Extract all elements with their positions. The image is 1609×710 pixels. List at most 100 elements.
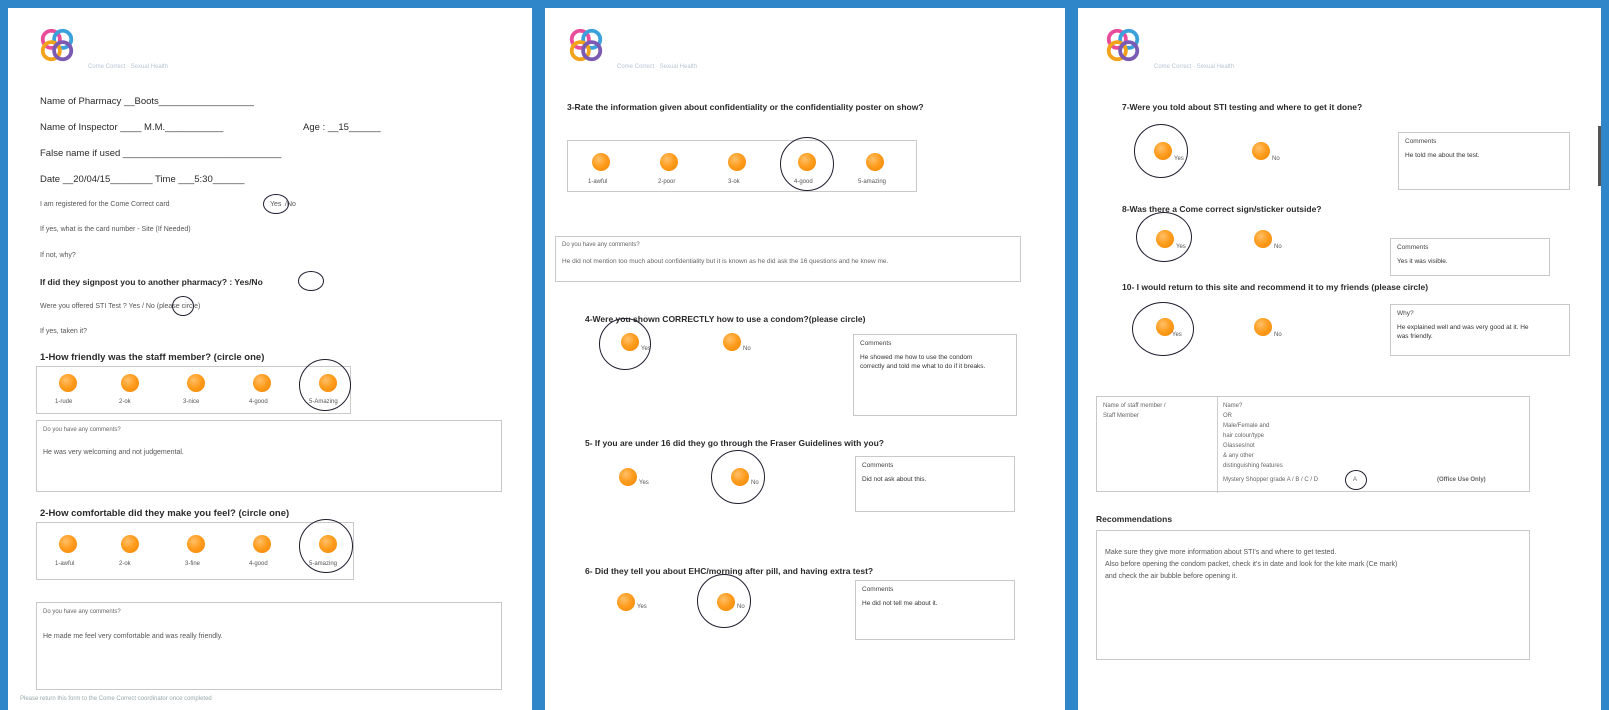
q6-yes-label: Yes bbox=[637, 604, 647, 610]
q6-selected-circle bbox=[697, 574, 751, 628]
recommendation-line-3: and check the air bubble before opening … bbox=[1105, 573, 1238, 580]
q4-no-label: No bbox=[743, 346, 751, 352]
q2-comment-box: Do you have any comments? He made me fee… bbox=[36, 602, 502, 690]
q2-option-1-label: 1-awful bbox=[55, 561, 75, 567]
q9-comment-box: Why? He explained well and was very good… bbox=[1390, 304, 1570, 356]
signpost-circle bbox=[298, 271, 324, 291]
q8-title: 8-Was there a Come correct sign/sticker … bbox=[1122, 204, 1322, 214]
q2-option-2-dot[interactable] bbox=[121, 535, 139, 553]
q3-option-2-dot[interactable] bbox=[660, 153, 678, 171]
q2-option-1-dot[interactable] bbox=[59, 535, 77, 553]
q1-options-box: 1-rude 2-ok 3-nice 4-good 5-Amazing bbox=[36, 359, 351, 414]
come-correct-logo bbox=[1104, 26, 1142, 64]
q1-comment-header: Do you have any comments? bbox=[43, 427, 121, 433]
recommendations-title: Recommendations bbox=[1096, 514, 1173, 524]
staff-member-label: Staff Member bbox=[1103, 413, 1139, 419]
q9-selected-circle bbox=[1132, 302, 1194, 356]
q3-option-1-label: 1-awful bbox=[588, 179, 608, 185]
q4-selected-circle bbox=[599, 318, 651, 370]
q7-comment-header: Comments bbox=[1405, 138, 1437, 145]
q6-yes-dot[interactable] bbox=[617, 593, 635, 611]
q3-option-3-dot[interactable] bbox=[728, 153, 746, 171]
q6-comment-text: He did not tell me about it. bbox=[862, 600, 938, 607]
q3-option-5-dot[interactable] bbox=[866, 153, 884, 171]
q2-selected-circle bbox=[299, 519, 353, 573]
q1-option-2-dot[interactable] bbox=[121, 374, 139, 392]
q5-comment-box: Comments Did not ask about this. bbox=[855, 456, 1015, 512]
q7-no-dot[interactable] bbox=[1252, 142, 1270, 160]
q8-no-dot[interactable] bbox=[1254, 230, 1272, 248]
q7-comment-box: Comments He told me about the test. bbox=[1398, 132, 1570, 190]
registered-circle bbox=[263, 194, 289, 214]
q1-title: 1-How friendly was the staff member? (ci… bbox=[40, 352, 265, 363]
q1-option-3-dot[interactable] bbox=[187, 374, 205, 392]
staff-details-box: Name of staff member / Staff Member Name… bbox=[1096, 396, 1530, 493]
q3-comment-header: Do you have any comments? bbox=[562, 242, 640, 248]
q1-option-3-label: 3-nice bbox=[183, 399, 200, 405]
form-page-2: Come Correct · Sexual Health 3-Rate the … bbox=[545, 8, 1065, 710]
q4-comment-box: Comments He showed me how to use the con… bbox=[853, 334, 1017, 416]
q8-comment-text: Yes it was visible. bbox=[1397, 258, 1448, 265]
come-correct-logo bbox=[567, 26, 605, 64]
q3-title: 3-Rate the information given about confi… bbox=[567, 102, 924, 112]
recommendations-box: Make sure they give more information abo… bbox=[1096, 530, 1530, 660]
q6-comment-box: Comments He did not tell me about it. bbox=[855, 580, 1015, 640]
page3-edge-mark bbox=[1598, 126, 1601, 186]
q1-selected-circle bbox=[299, 359, 351, 411]
q3-comment-box: Do you have any comments? He did not men… bbox=[555, 236, 1021, 282]
q3-option-3-label: 3-ok bbox=[728, 179, 740, 185]
recommendation-line-2: Also before opening the condom packet, c… bbox=[1105, 561, 1398, 568]
false-name-field: False name if used _____________________… bbox=[40, 148, 282, 159]
staff-desc-1: Name? bbox=[1223, 403, 1243, 409]
q3-selected-circle bbox=[780, 137, 834, 191]
sti-circle bbox=[172, 296, 194, 316]
q5-comment-header: Comments bbox=[862, 462, 894, 469]
q2-option-2-label: 2-ok bbox=[119, 561, 131, 567]
if-not-field: If not, why? bbox=[40, 252, 76, 259]
q1-option-4-label: 4-good bbox=[249, 399, 268, 405]
q8-comment-box: Comments Yes it was visible. bbox=[1390, 238, 1550, 276]
q2-option-3-dot[interactable] bbox=[187, 535, 205, 553]
q7-selected-circle bbox=[1134, 124, 1188, 178]
q1-option-4-dot[interactable] bbox=[253, 374, 271, 392]
signpost-field: If did they signpost you to another phar… bbox=[40, 277, 263, 287]
pharmacy-field: Name of Pharmacy __Boots________________… bbox=[40, 96, 254, 107]
q9-title: 10- I would return to this site and reco… bbox=[1122, 282, 1429, 292]
q9-comment-header: Why? bbox=[1397, 310, 1414, 317]
staff-desc-5: Glasses/not bbox=[1223, 443, 1255, 449]
q1-option-1-dot[interactable] bbox=[59, 374, 77, 392]
registered-field: I am registered for the Come Correct car… bbox=[40, 201, 170, 208]
q4-no-dot[interactable] bbox=[723, 333, 741, 351]
q5-yes-dot[interactable] bbox=[619, 468, 637, 486]
staff-desc-2: OR bbox=[1223, 413, 1232, 419]
q8-no-label: No bbox=[1274, 244, 1282, 250]
logo-tagline: Come Correct · Sexual Health bbox=[88, 64, 169, 70]
q3-comment-text: He did not mention too much about confid… bbox=[562, 258, 889, 265]
q8-comment-header: Comments bbox=[1397, 244, 1429, 251]
q7-comment-text: He told me about the test. bbox=[1405, 152, 1480, 159]
q1-option-1-label: 1-rude bbox=[55, 399, 73, 405]
inspector-field: Name of Inspector ____ M.M.___________ bbox=[40, 122, 224, 133]
q6-comment-header: Comments bbox=[862, 586, 894, 593]
q2-title: 2-How comfortable did they make you feel… bbox=[40, 508, 290, 519]
q7-title: 7-Were you told about STI testing and wh… bbox=[1122, 102, 1363, 112]
date-time-field: Date __20/04/15________ Time ___5:30____… bbox=[40, 174, 245, 185]
q5-comment-text: Did not ask about this. bbox=[862, 476, 927, 483]
grade-circle bbox=[1345, 470, 1367, 490]
page1-footer: Please return this form to the Come Corr… bbox=[20, 696, 212, 702]
q2-option-3-label: 3-fine bbox=[185, 561, 201, 567]
form-page-1: Come Correct · Sexual Health Name of Pha… bbox=[8, 8, 532, 710]
q9-no-dot[interactable] bbox=[1254, 318, 1272, 336]
q9-no-label: No bbox=[1274, 332, 1282, 338]
q9-comment-text: He explained well and was very good at i… bbox=[1397, 324, 1529, 340]
office-use-label: (Office Use Only) bbox=[1437, 477, 1486, 483]
staff-desc-3: Male/Female and bbox=[1223, 423, 1270, 429]
staff-desc-6: & any other bbox=[1223, 453, 1254, 459]
q2-comment-header: Do you have any comments? bbox=[43, 609, 121, 615]
q3-options-box: 1-awful 2-poor 3-ok 4-good 5-amazing bbox=[567, 137, 917, 192]
q1-option-2-label: 2-ok bbox=[119, 399, 131, 405]
logo-tagline: Come Correct · Sexual Health bbox=[1154, 64, 1235, 70]
q2-option-4-dot[interactable] bbox=[253, 535, 271, 553]
form-page-3: Come Correct · Sexual Health 7-Were you … bbox=[1078, 8, 1601, 710]
q3-option-1-dot[interactable] bbox=[592, 153, 610, 171]
